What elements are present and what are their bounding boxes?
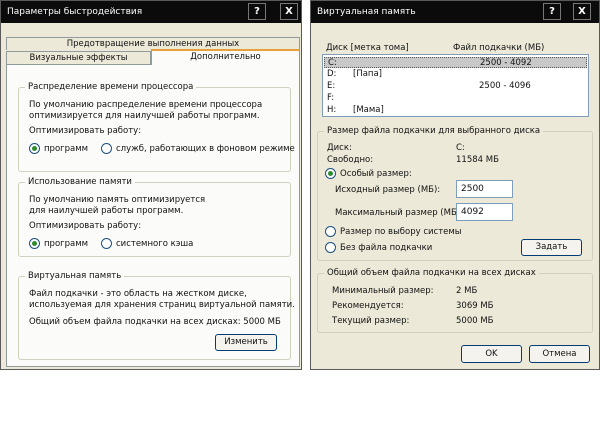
change-button[interactable]: Изменить <box>215 334 277 351</box>
drive-pagefile-size: 2500 - 4096 <box>479 81 531 91</box>
memory-desc-line1: По умолчанию память оптимизируется <box>29 195 206 205</box>
vm-total-size-text: Общий объем файла подкачки на всех диска… <box>29 317 281 327</box>
memory-system-cache-label: системного кэша <box>116 238 194 249</box>
vm-desc-line2: используемая для хранения страниц виртуа… <box>29 300 295 310</box>
disk-label: Диск: <box>327 143 352 153</box>
radio-indicator <box>101 238 112 249</box>
memory-system-cache-radio[interactable]: системного кэша <box>101 238 193 249</box>
drive-letter: D: <box>327 69 337 79</box>
virtual-memory-group-title: Виртуальная память <box>25 271 125 281</box>
cpu-background-services-radio[interactable]: служб, работающих в фоновом режиме <box>101 143 295 154</box>
current-size-label: Текущий размер: <box>332 316 410 326</box>
close-button[interactable]: X <box>573 3 591 20</box>
virtual-memory-window: Виртуальная память ? X Диск [метка тома]… <box>310 0 600 370</box>
drive-letter: E: <box>327 81 336 91</box>
drive-row-c[interactable]: C: 2500 - 4092 <box>324 57 587 68</box>
no-paging-file-label: Без файла подкачки <box>340 242 433 253</box>
initial-size-label: Исходный размер (МБ): <box>335 185 441 195</box>
recommended-value: 3069 МБ <box>456 301 494 311</box>
drive-list[interactable]: C: 2500 - 4092 D: [Папа] E: 2500 - 4096 … <box>322 54 589 117</box>
drive-row-h[interactable]: H: [Мама] <box>324 105 587 116</box>
help-button[interactable]: ? <box>543 3 561 20</box>
cpu-desc-line2: оптимизируется для наилучшей работы прог… <box>29 111 260 121</box>
memory-group-title: Использование памяти <box>25 177 135 187</box>
free-space-value: 11584 МБ <box>456 155 499 165</box>
total-paging-group-title: Общий объем файла подкачки на всех диска… <box>324 268 539 278</box>
column-header-pagefile: Файл подкачки (МБ) <box>453 43 545 53</box>
drive-volume-label: [Папа] <box>353 69 382 79</box>
drive-row-f[interactable]: F: <box>324 93 587 104</box>
memory-programs-radio[interactable]: программ <box>29 238 88 249</box>
system-managed-radio[interactable]: Размер по выбору системы <box>325 226 462 237</box>
custom-size-radio[interactable]: Особый размер: <box>325 168 412 179</box>
cpu-scheduling-group: Распределение времени процессора По умол… <box>18 82 295 172</box>
drive-row-d[interactable]: D: [Папа] <box>324 69 587 80</box>
selected-drive-group: Размер файла подкачки для выбранного дис… <box>317 126 593 261</box>
current-size-value: 5000 МБ <box>456 316 494 326</box>
drive-pagefile-size: 2500 - 4092 <box>480 58 532 68</box>
cpu-optimize-label: Оптимизировать работу: <box>29 126 142 136</box>
cpu-programs-radio[interactable]: программ <box>29 143 88 154</box>
drive-letter: C: <box>328 58 337 68</box>
total-paging-group: Общий объем файла подкачки на всех диска… <box>317 268 593 333</box>
radio-selected-indicator <box>325 168 336 179</box>
close-button[interactable]: X <box>280 3 298 20</box>
vm-desc-line1: Файл подкачки - это область на жестком д… <box>29 289 247 299</box>
column-header-disk: Диск [метка тома] <box>326 43 409 53</box>
window-title: Виртуальная память <box>317 7 416 17</box>
title-bar: Параметры быстродействия ? X <box>1 1 301 23</box>
recommended-label: Рекомендуется: <box>332 301 404 311</box>
custom-size-label: Особый размер: <box>340 168 412 179</box>
no-paging-file-radio[interactable]: Без файла подкачки <box>325 242 432 253</box>
system-managed-label: Размер по выбору системы <box>340 226 462 237</box>
window-title: Параметры быстродействия <box>7 7 143 17</box>
tab-panel-advanced: Распределение времени процессора По умол… <box>6 64 300 367</box>
radio-selected-indicator <box>29 238 40 249</box>
cpu-programs-label: программ <box>44 143 89 154</box>
help-button[interactable]: ? <box>248 3 266 20</box>
drive-letter: H: <box>327 105 337 115</box>
tab-advanced[interactable]: Дополнительно <box>151 49 300 65</box>
set-button[interactable]: Задать <box>521 239 582 256</box>
memory-programs-label: программ <box>44 238 89 249</box>
tab-visual-effects[interactable]: Визуальные эффекты <box>6 51 151 65</box>
cancel-button[interactable]: Отмена <box>529 345 590 363</box>
drive-volume-label: [Мама] <box>353 105 384 115</box>
virtual-memory-group: Виртуальная память Файл подкачки - это о… <box>18 271 295 360</box>
max-size-label: Максимальный размер (МБ): <box>335 208 463 218</box>
radio-indicator <box>325 242 336 253</box>
memory-optimize-label: Оптимизировать работу: <box>29 221 142 231</box>
cpu-background-label: служб, работающих в фоновом режиме <box>116 143 295 154</box>
min-size-label: Минимальный размер: <box>332 286 434 296</box>
max-size-input[interactable]: 4092 <box>456 203 513 221</box>
drive-row-e[interactable]: E: 2500 - 4096 <box>324 81 587 92</box>
title-bar: Виртуальная память ? X <box>311 1 599 23</box>
performance-options-window: Параметры быстродействия ? X Предотвраще… <box>0 0 302 370</box>
min-size-value: 2 МБ <box>456 286 478 296</box>
free-space-label: Свободно: <box>327 155 374 165</box>
drive-letter: F: <box>327 93 335 103</box>
memory-desc-line2: для наилучшей работы программ. <box>29 206 184 216</box>
radio-indicator <box>101 143 112 154</box>
selected-drive-group-title: Размер файла подкачки для выбранного дис… <box>324 126 544 136</box>
ok-button[interactable]: OK <box>461 345 522 363</box>
initial-size-input[interactable]: 2500 <box>456 180 513 198</box>
cpu-group-title: Распределение времени процессора <box>25 82 197 92</box>
memory-usage-group: Использование памяти По умолчанию память… <box>18 177 291 257</box>
cpu-desc-line1: По умолчанию распределение времени проце… <box>29 100 263 110</box>
disk-value: C: <box>456 143 465 153</box>
radio-selected-indicator <box>29 143 40 154</box>
radio-indicator <box>325 226 336 237</box>
